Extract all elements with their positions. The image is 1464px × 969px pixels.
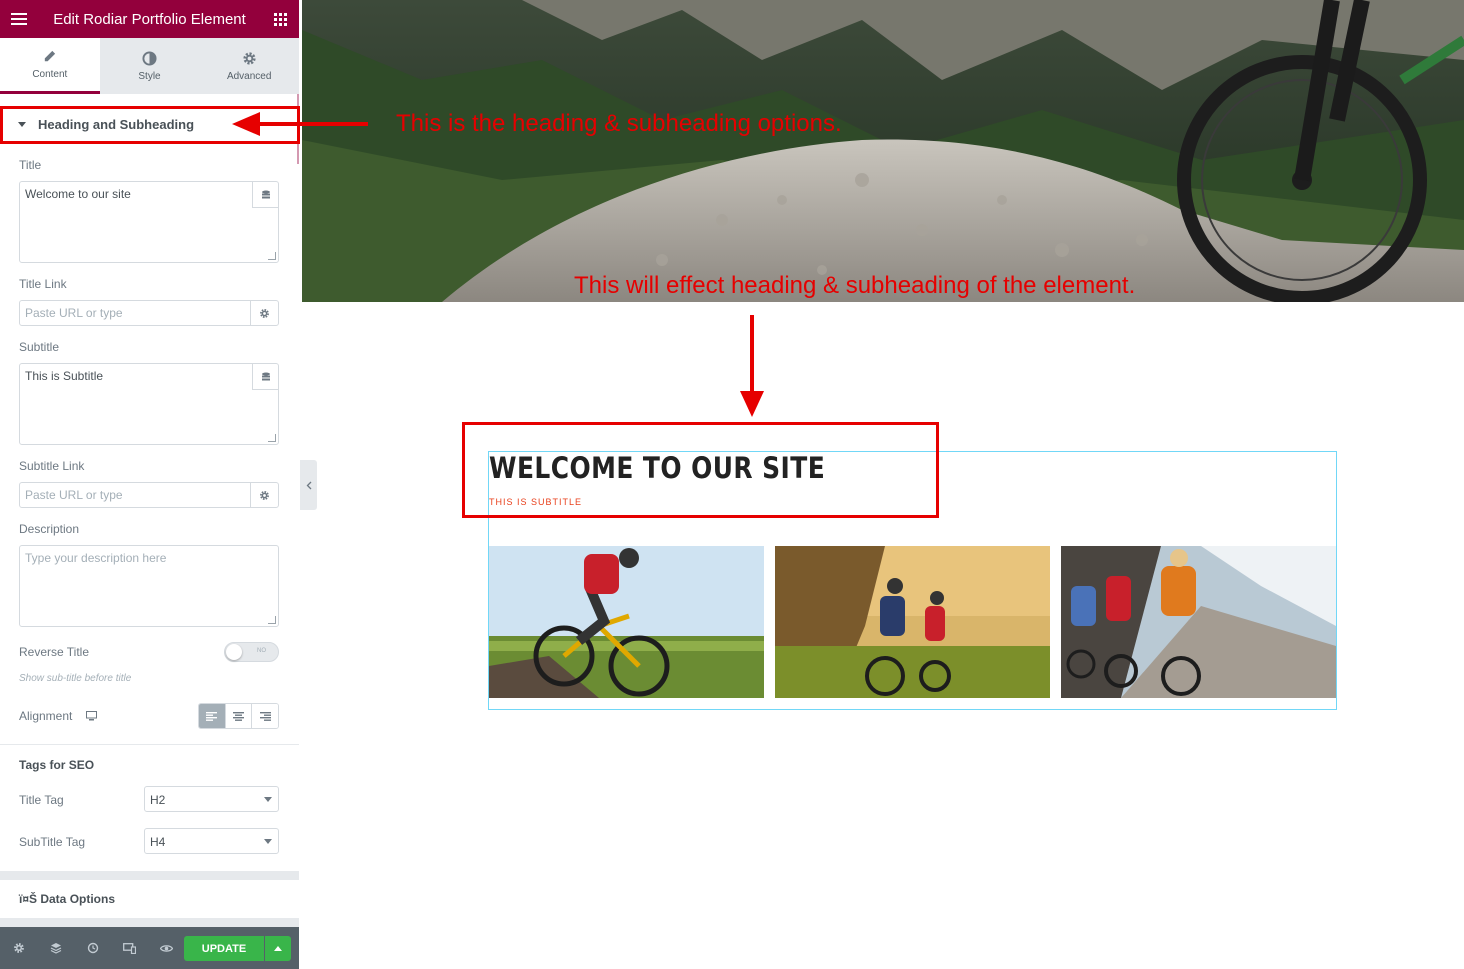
description-textarea[interactable]: Type your description here xyxy=(19,545,279,627)
settings-button[interactable] xyxy=(0,927,37,969)
title-value: Welcome to our site xyxy=(25,187,131,201)
save-options-button[interactable] xyxy=(265,936,291,961)
link-options-button[interactable] xyxy=(250,301,278,325)
description-label: Description xyxy=(19,522,80,536)
subtitle-link-label: Subtitle Link xyxy=(19,459,85,473)
portfolio-item-2[interactable] xyxy=(775,546,1050,698)
title-tag-label: Title Tag xyxy=(19,793,64,807)
seo-heading: Tags for SEO xyxy=(19,758,95,772)
subtitle-tag-value: H4 xyxy=(150,835,166,849)
portfolio-item-3[interactable] xyxy=(1061,546,1336,698)
tab-advanced-label: Advanced xyxy=(226,70,272,82)
settings-icon xyxy=(13,943,24,953)
panel-title: Edit Rodiar Portfolio Element xyxy=(53,10,246,28)
align-left-icon xyxy=(206,711,218,721)
reverse-title-help: Show sub-title before title xyxy=(19,673,132,684)
tab-content-label: Content xyxy=(32,69,68,80)
resize-handle[interactable] xyxy=(268,616,276,624)
widgets-grid-icon[interactable] xyxy=(261,0,299,38)
database-icon xyxy=(261,372,270,380)
editor-panel: Edit Rodiar Portfolio Element Content St… xyxy=(0,0,299,969)
preview-button[interactable] xyxy=(148,927,185,969)
switch-knob xyxy=(226,644,242,660)
title-textarea[interactable]: Welcome to our site xyxy=(19,181,279,263)
desktop-icon[interactable] xyxy=(86,711,97,721)
responsive-icon xyxy=(123,942,136,954)
align-center-button[interactable] xyxy=(224,704,252,728)
dynamic-tags-button[interactable] xyxy=(252,364,278,390)
annotation-arrow-left-icon xyxy=(232,112,368,136)
pencil-icon xyxy=(45,50,56,62)
data-options-label: ï¤Š Data Options xyxy=(19,892,116,906)
cyclist-photo-2 xyxy=(775,546,1050,698)
panel-footer: UPDATE xyxy=(0,927,299,969)
annotation-arrow-down-icon xyxy=(740,315,764,417)
gear-icon xyxy=(260,490,269,500)
panel-header: Edit Rodiar Portfolio Element xyxy=(0,0,299,38)
description-placeholder: Type your description here xyxy=(25,551,167,565)
title-tag-select[interactable]: H2 xyxy=(144,786,279,812)
dynamic-tags-button[interactable] xyxy=(252,182,278,208)
mountain-bike-photo xyxy=(302,0,1464,302)
section-toggle-data-options[interactable]: ï¤Š Data Options xyxy=(0,880,299,918)
responsive-button[interactable] xyxy=(111,927,148,969)
reverse-title-switch[interactable]: NO xyxy=(224,642,279,662)
subtitle-tag-select[interactable]: H4 xyxy=(144,828,279,854)
portfolio-item-1[interactable] xyxy=(489,546,764,698)
align-left-button[interactable] xyxy=(199,704,225,728)
subtitle-textarea[interactable]: This is Subtitle xyxy=(19,363,279,445)
history-icon xyxy=(87,942,98,954)
panel-tabs: Content Style Advanced xyxy=(0,38,299,94)
navigator-button[interactable] xyxy=(37,927,74,969)
annotation-middle-text: This will effect heading & subheading of… xyxy=(574,272,1136,299)
resize-handle[interactable] xyxy=(268,434,276,442)
title-label: Title xyxy=(19,158,42,172)
title-tag-value: H2 xyxy=(150,793,166,807)
navigator-icon xyxy=(50,943,61,954)
hero-image xyxy=(302,0,1464,302)
tab-content[interactable]: Content xyxy=(0,38,100,94)
gear-icon xyxy=(243,51,256,65)
preview-eye-icon xyxy=(160,944,173,952)
history-button[interactable] xyxy=(74,927,111,969)
tab-style-label: Style xyxy=(138,70,161,82)
annotation-highlight-preview xyxy=(462,422,939,518)
title-link-label: Title Link xyxy=(19,277,67,291)
cyclist-photo-1 xyxy=(489,546,764,698)
subtitle-value: This is Subtitle xyxy=(25,369,104,383)
gear-icon xyxy=(260,308,269,318)
tab-style[interactable]: Style xyxy=(100,38,200,94)
database-icon xyxy=(261,190,270,198)
align-right-icon xyxy=(259,711,271,721)
collapse-panel-button[interactable] xyxy=(300,460,317,510)
divider xyxy=(0,744,299,745)
resize-handle[interactable] xyxy=(268,252,276,260)
controls-section: Heading and Subheading Title Welcome to … xyxy=(0,94,299,871)
subtitle-link-placeholder: Paste URL or type xyxy=(25,488,123,502)
link-options-button[interactable] xyxy=(250,483,278,507)
subtitle-tag-label: SubTitle Tag xyxy=(19,835,86,849)
chevron-down-icon xyxy=(264,797,272,802)
menu-icon[interactable] xyxy=(0,0,38,38)
align-center-icon xyxy=(233,711,244,721)
alignment-choices xyxy=(198,703,279,729)
cyclist-photo-3 xyxy=(1061,546,1336,698)
tab-advanced[interactable]: Advanced xyxy=(199,38,299,94)
caret-up-icon xyxy=(274,946,282,951)
chevron-down-icon xyxy=(264,839,272,844)
update-button[interactable]: UPDATE xyxy=(184,936,264,961)
chevron-left-icon xyxy=(306,481,311,489)
align-right-button[interactable] xyxy=(251,704,278,728)
title-link-placeholder: Paste URL or type xyxy=(25,306,123,320)
alignment-label: Alignment xyxy=(19,709,73,723)
contrast-icon xyxy=(142,50,157,66)
title-link-input[interactable]: Paste URL or type xyxy=(19,300,279,326)
switch-state: NO xyxy=(257,648,266,654)
subtitle-label: Subtitle xyxy=(19,340,60,354)
reverse-title-label: Reverse Title xyxy=(19,645,90,659)
subtitle-link-input[interactable]: Paste URL or type xyxy=(19,482,279,508)
annotation-top-text: This is the heading & subheading options… xyxy=(396,110,842,137)
